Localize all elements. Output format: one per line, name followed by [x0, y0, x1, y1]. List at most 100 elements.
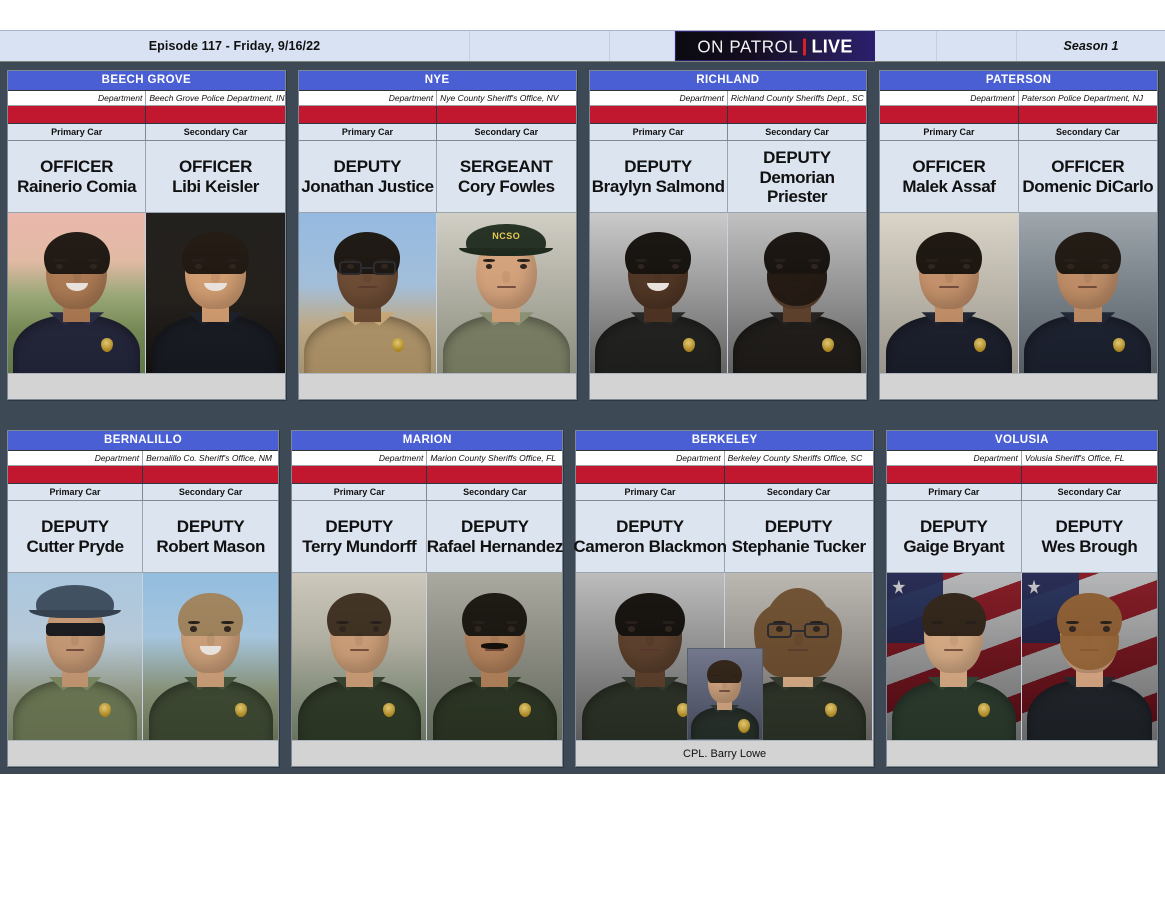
- department-label: Department: [576, 451, 725, 465]
- agency-card[interactable]: RICHLAND Department Richland County Sher…: [588, 70, 868, 400]
- header-spacer-4: [937, 31, 1017, 61]
- primary-officer-name: Braylyn Salmond: [591, 176, 725, 196]
- officer-photos-row: [589, 213, 867, 373]
- agency-card[interactable]: NYE Department Nye County Sheriff's Offi…: [297, 70, 577, 400]
- primary-officer[interactable]: OFFICER Rainerio Comia: [8, 141, 147, 212]
- secondary-officer[interactable]: OFFICER Libi Keisler: [146, 141, 284, 212]
- secondary-officer-photo[interactable]: [143, 573, 279, 740]
- secondary-officer-rank: DEPUTY: [763, 147, 831, 167]
- card-footer-bar: [8, 740, 279, 766]
- red-accent-left: [292, 466, 428, 483]
- agency-title: NYE: [298, 71, 576, 91]
- secondary-officer-rank: OFFICER: [1051, 156, 1125, 176]
- header-spacer-1: [470, 31, 610, 61]
- primary-officer-rank: DEPUTY: [333, 156, 402, 176]
- logo-text-on-patrol: ON PATROL: [697, 35, 799, 56]
- car-label-row: Primary Car Secondary Car: [886, 484, 1157, 501]
- secondary-car-label: Secondary Car: [765, 127, 829, 137]
- agency-title: MARION: [292, 431, 563, 451]
- officer-photos-row: [292, 573, 563, 740]
- secondary-officer-photo[interactable]: [727, 213, 867, 373]
- primary-officer[interactable]: DEPUTY Terry Mundorff: [292, 501, 428, 572]
- primary-officer[interactable]: DEPUTY Gaige Bryant: [887, 501, 1022, 572]
- agency-card[interactable]: BERKELEY Department Berkeley County Sher…: [573, 430, 874, 767]
- agency-card[interactable]: BERNALILLO Department Bernalillo Co. She…: [7, 430, 280, 767]
- secondary-officer-photo[interactable]: [146, 213, 285, 373]
- primary-officer-photo[interactable]: [880, 213, 1019, 373]
- department-label: Department: [880, 91, 1019, 105]
- primary-officer-name: Cameron Blackmon: [573, 536, 727, 556]
- department-label: Department: [8, 451, 144, 465]
- secondary-officer-photo[interactable]: [427, 573, 563, 740]
- officer-board: BEECH GROVE Department Beech Grove Polic…: [0, 62, 1165, 774]
- primary-officer-photo[interactable]: [292, 573, 428, 740]
- secondary-officer-name: Cory Fowles: [457, 176, 555, 196]
- car-label-row: Primary Car Secondary Car: [298, 124, 576, 141]
- agency-title: VOLUSIA: [886, 431, 1157, 451]
- primary-officer[interactable]: DEPUTY Cutter Pryde: [8, 501, 144, 572]
- secondary-officer-photo[interactable]: [1021, 573, 1157, 740]
- card-row-2: BERNALILLO Department Bernalillo Co. She…: [7, 430, 1158, 767]
- officer-names-row: DEPUTY Jonathan Justice SERGEANT Cory Fo…: [298, 141, 576, 213]
- red-accent-row: [880, 106, 1157, 124]
- red-accent-row: [589, 106, 867, 124]
- red-accent-row: [8, 466, 279, 484]
- department-row: Department Nye County Sheriff's Office, …: [298, 91, 576, 106]
- car-label-row: Primary Car Secondary Car: [589, 124, 867, 141]
- secondary-officer-name: Stephanie Tucker: [731, 536, 866, 556]
- secondary-officer[interactable]: SERGEANT Cory Fowles: [437, 141, 575, 212]
- primary-car-label: Primary Car: [8, 124, 147, 140]
- primary-officer-photo[interactable]: [8, 213, 147, 373]
- officer-photos-row: [8, 213, 285, 373]
- secondary-car-label: Secondary Car: [766, 487, 831, 497]
- extra-officer-inset-photo[interactable]: [686, 648, 763, 740]
- card-footer-bar: [298, 373, 576, 399]
- red-accent-row: [8, 106, 285, 124]
- secondary-officer[interactable]: DEPUTY Wes Brough: [1022, 501, 1157, 572]
- agency-card[interactable]: VOLUSIA Department Volusia Sheriff's Off…: [885, 430, 1158, 767]
- primary-officer[interactable]: DEPUTY Jonathan Justice: [299, 141, 438, 212]
- secondary-officer[interactable]: DEPUTY Demorian Priester: [728, 141, 866, 212]
- primary-officer-photo[interactable]: [886, 573, 1022, 740]
- secondary-officer[interactable]: DEPUTY Robert Mason: [143, 501, 278, 572]
- officer-names-row: OFFICER Rainerio Comia OFFICER Libi Keis…: [8, 141, 285, 213]
- red-accent-row: [298, 106, 576, 124]
- secondary-officer-photo[interactable]: NCSO: [437, 213, 576, 373]
- card-footer-caption: CPL. Barry Lowe: [683, 747, 767, 760]
- officer-names-row: DEPUTY Terry Mundorff DEPUTY Rafael Hern…: [292, 501, 564, 573]
- primary-officer[interactable]: DEPUTY Braylyn Salmond: [590, 141, 728, 212]
- primary-officer[interactable]: DEPUTY Cameron Blackmon: [573, 501, 727, 572]
- secondary-officer[interactable]: DEPUTY Stephanie Tucker: [725, 501, 873, 572]
- card-footer-bar: [880, 373, 1157, 399]
- secondary-officer[interactable]: OFFICER Domenic DiCarlo: [1019, 141, 1157, 212]
- top-white-strip: [0, 0, 1165, 30]
- on-patrol-live-logo: ON PATROL LIVE: [675, 31, 875, 61]
- primary-officer-name: Rainerio Comia: [17, 176, 137, 196]
- car-label-row: Primary Car Secondary Car: [8, 124, 285, 141]
- red-accent-right: [146, 106, 285, 123]
- secondary-car-label: Secondary Car: [183, 127, 248, 137]
- card-footer-bar: [8, 373, 285, 399]
- primary-officer-photo[interactable]: [8, 573, 144, 740]
- primary-officer[interactable]: OFFICER Malek Assaf: [880, 141, 1019, 212]
- primary-officer-photo[interactable]: [298, 213, 438, 373]
- secondary-officer-photo[interactable]: [1018, 213, 1157, 373]
- red-accent-left: [8, 106, 147, 123]
- car-label-row: Primary Car Secondary Car: [292, 484, 563, 501]
- agency-title: BEECH GROVE: [8, 71, 285, 91]
- primary-officer-photo[interactable]: [589, 213, 728, 373]
- secondary-car-label: Secondary Car: [1056, 127, 1120, 137]
- department-value: Beech Grove Police Department, IN: [149, 93, 285, 103]
- secondary-car-label: Secondary Car: [463, 487, 527, 497]
- header-bar: Episode 117 - Friday, 9/16/22 ON PATROL …: [0, 30, 1165, 62]
- secondary-officer[interactable]: DEPUTY Rafael Hernandez: [427, 501, 564, 572]
- primary-car-label: Primary Car: [887, 484, 1022, 500]
- card-row-1: BEECH GROVE Department Beech Grove Polic…: [7, 70, 1158, 400]
- agency-card[interactable]: MARION Department Marion County Sheriffs…: [291, 430, 564, 767]
- department-value: Nye County Sheriff's Office, NV: [440, 93, 559, 103]
- card-footer-bar: [292, 740, 563, 766]
- agency-title: BERNALILLO: [8, 431, 279, 451]
- agency-card[interactable]: PATERSON Department Paterson Police Depa…: [879, 70, 1158, 400]
- bottom-white-area: [0, 774, 1165, 900]
- agency-card[interactable]: BEECH GROVE Department Beech Grove Polic…: [7, 70, 286, 400]
